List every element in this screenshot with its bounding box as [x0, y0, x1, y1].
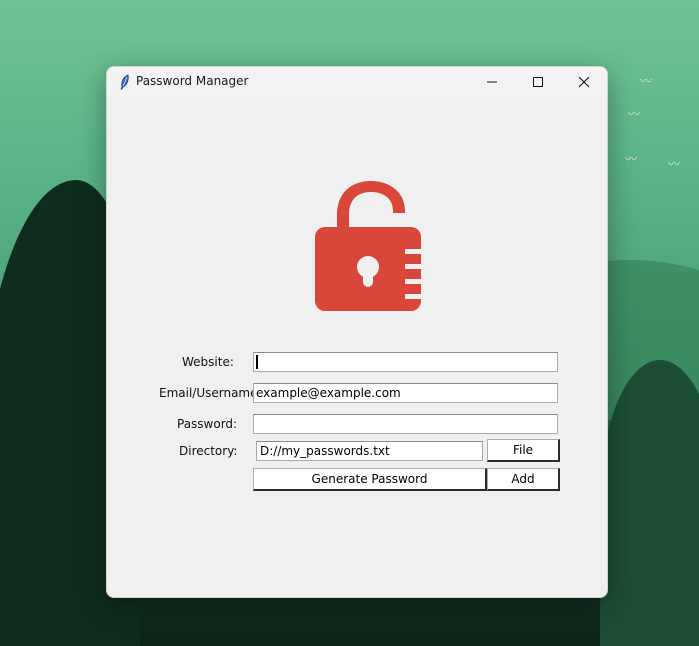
- feather-icon: [120, 74, 129, 90]
- add-button[interactable]: Add: [487, 468, 560, 491]
- bird-icon: 〰: [668, 157, 681, 171]
- website-label: Website:: [182, 355, 234, 369]
- maximize-button[interactable]: [515, 67, 561, 97]
- generate-password-button[interactable]: Generate Password: [253, 468, 487, 491]
- email-username-input[interactable]: example@example.com: [253, 383, 558, 403]
- password-manager-window: Password Manager Website: Email/Username…: [106, 66, 608, 598]
- directory-input[interactable]: D://my_passwords.txt: [256, 441, 483, 461]
- password-input[interactable]: [253, 414, 558, 434]
- minimize-button[interactable]: [469, 67, 515, 97]
- minimize-icon: [487, 81, 497, 83]
- text-cursor: [256, 355, 258, 369]
- close-button[interactable]: [561, 67, 607, 97]
- unlocked-padlock-icon: [315, 181, 421, 311]
- directory-label: Directory:: [179, 444, 238, 458]
- bird-icon: 〰: [625, 152, 638, 166]
- close-icon: [578, 76, 590, 88]
- maximize-icon: [533, 77, 543, 87]
- bird-icon: 〰: [640, 74, 653, 88]
- website-input[interactable]: [253, 352, 558, 372]
- title-bar[interactable]: Password Manager: [107, 67, 607, 97]
- file-button[interactable]: File: [487, 439, 560, 462]
- bird-icon: 〰: [628, 107, 641, 121]
- email-username-label: Email/Username:: [159, 386, 262, 400]
- password-label: Password:: [177, 417, 238, 431]
- window-title: Password Manager: [136, 74, 249, 88]
